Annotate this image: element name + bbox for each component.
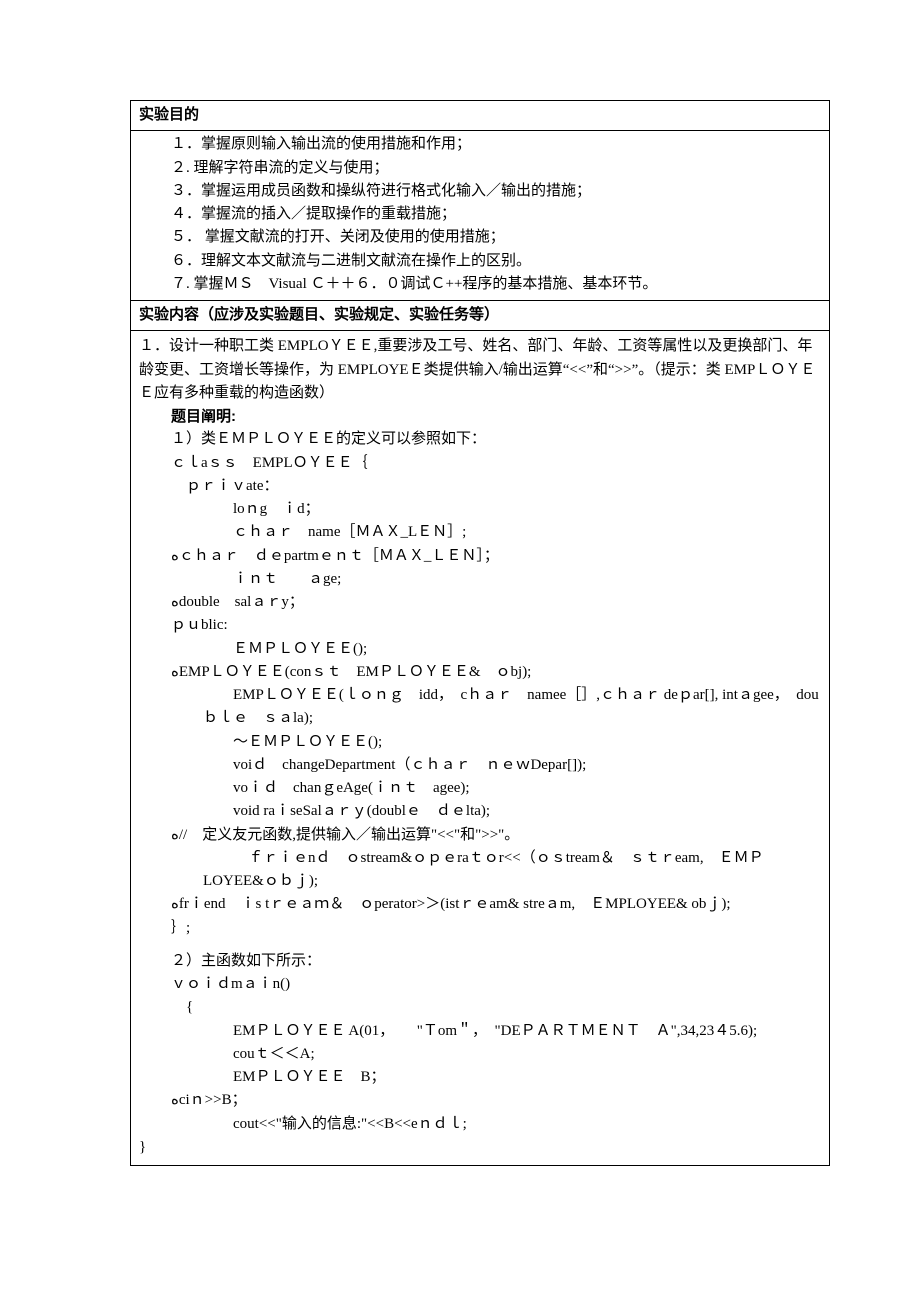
- code-line: ｃｈａｒ name［ＭＡＸ_LＥＮ］;: [139, 521, 821, 544]
- page: 实验目的 １．掌握原则输入输出流的使用措施和作用； ２. 理解字符串流的定义与使…: [0, 0, 920, 1302]
- section-body-experiment-goal: １．掌握原则输入输出流的使用措施和作用； ２. 理解字符串流的定义与使用； ３．…: [131, 131, 830, 301]
- code-line: ﻩdouble salａｒy；: [139, 591, 821, 614]
- code-line: voiｄ changeDepartment（ｃｈａｒ ｎｅｗDepar[]);: [139, 754, 821, 777]
- code-line: ﻩciｎ>>B；: [139, 1089, 821, 1112]
- code-line: voｉｄ chanｇeAge(ｉｎｔ agee);: [139, 777, 821, 800]
- code-line: couｔ＜＜A;: [139, 1043, 821, 1066]
- desc-label: 题目阐明:: [139, 405, 821, 428]
- goal-item: ５． 掌握文献流的打开、关闭及使用的使用措施；: [139, 226, 821, 249]
- code-line: EMＰＬＯＹＥＥ B；: [139, 1066, 821, 1089]
- code-line: cout<<"输入的信息:"<<B<<eｎｄｌ;: [139, 1113, 821, 1136]
- goal-item: ４．掌握流的插入／提取操作的重载措施；: [139, 203, 821, 226]
- code-line: void raｉseSalａｒｙ(doublｅ ｄｅlta);: [139, 800, 821, 823]
- code-line: ﻩ// 定义友元函数,提供输入／输出运算"<<"和">>"。: [139, 824, 821, 847]
- code-line: ﻩfrｉend ｉs tｒｅａｍ＆ ｏperator>＞(istｒｅam& st…: [139, 893, 821, 916]
- code-line: ｃｌaｓｓ EMPLＯＹＥＥ｛: [139, 452, 821, 475]
- goal-item: １．掌握原则输入输出流的使用措施和作用；: [139, 133, 821, 156]
- code-closing-brace: }: [139, 1136, 821, 1159]
- main-heading: ２）主函数如下所示：: [139, 950, 821, 973]
- section-header-experiment-content: 实验内容（应涉及实验题目、实验规定、实验任务等）: [131, 301, 830, 331]
- code-line: ＥＭＰＬＯＹＥＥ();: [139, 638, 821, 661]
- code-line: ｖｏｉｄmａｉn(): [139, 973, 821, 996]
- goal-item: ７. 掌握ＭＳ Visual Ｃ＋＋６．０调试Ｃ++程序的基本措施、基本环节。: [139, 273, 821, 296]
- code-line: ﻩｃｈａｒ ｄｅpartmｅｎｔ［ＭＡＸ_ＬＥＮ］；: [139, 545, 821, 568]
- sec2-title: 实验内容（应涉及实验题目、实验规定、实验任务等）: [139, 306, 499, 323]
- code-line: EMＰＬＯＹＥＥ A(01， "Ｔom＂， "DEＰＡＲＴＭＥＮＴ Ａ",34,…: [139, 1020, 821, 1043]
- code-line: {: [139, 996, 821, 1019]
- code-line: ｆｒｉｅnｄ ｏstream&ｏｐｅraｔｏr<<（ｏｓtream＆ ｓｔｒea…: [139, 847, 821, 894]
- code-line: ﻩEMPＬＯＹＥＥ(conｓｔ EMＰＬＯＹＥＥ& ｏbj);: [139, 661, 821, 684]
- code-line: ｐｕblic:: [139, 614, 821, 637]
- code-line: loｎg ｉd；: [139, 498, 821, 521]
- code-line: ｐｒｉｖate：: [139, 475, 821, 498]
- task-paragraph: １．设计一种职工类 EMPLOＹＥＥ,重要涉及工号、姓名、部门、年龄、工资等属性…: [139, 335, 821, 405]
- blank-line: [139, 940, 821, 950]
- code-line: ｝;: [139, 917, 821, 940]
- goal-item: ６．理解文本文献流与二进制文献流在操作上的区别。: [139, 250, 821, 273]
- code-line: EMPＬＯＹＥＥ(ｌｏｎｇ idd， cｈａｒ namee［］,ｃｈａｒ deｐ…: [139, 684, 821, 731]
- goal-item: ３．掌握运用成员函数和操纵符进行格式化输入／输出的措施；: [139, 180, 821, 203]
- document-table: 实验目的 １．掌握原则输入输出流的使用措施和作用； ２. 理解字符串流的定义与使…: [130, 100, 830, 1166]
- sec1-title: 实验目的: [139, 106, 199, 123]
- code-line: ｉｎｔ ａge;: [139, 568, 821, 591]
- section-header-experiment-goal: 实验目的: [131, 101, 830, 131]
- goal-item: ２. 理解字符串流的定义与使用；: [139, 157, 821, 180]
- section-body-experiment-content: １．设计一种职工类 EMPLOＹＥＥ,重要涉及工号、姓名、部门、年龄、工资等属性…: [131, 331, 830, 1166]
- code-line: ～ＥＭＰＬＯＹＥＥ();: [139, 731, 821, 754]
- class-def-heading: １）类ＥＭＰＬＯＹＥＥ的定义可以参照如下：: [139, 428, 821, 451]
